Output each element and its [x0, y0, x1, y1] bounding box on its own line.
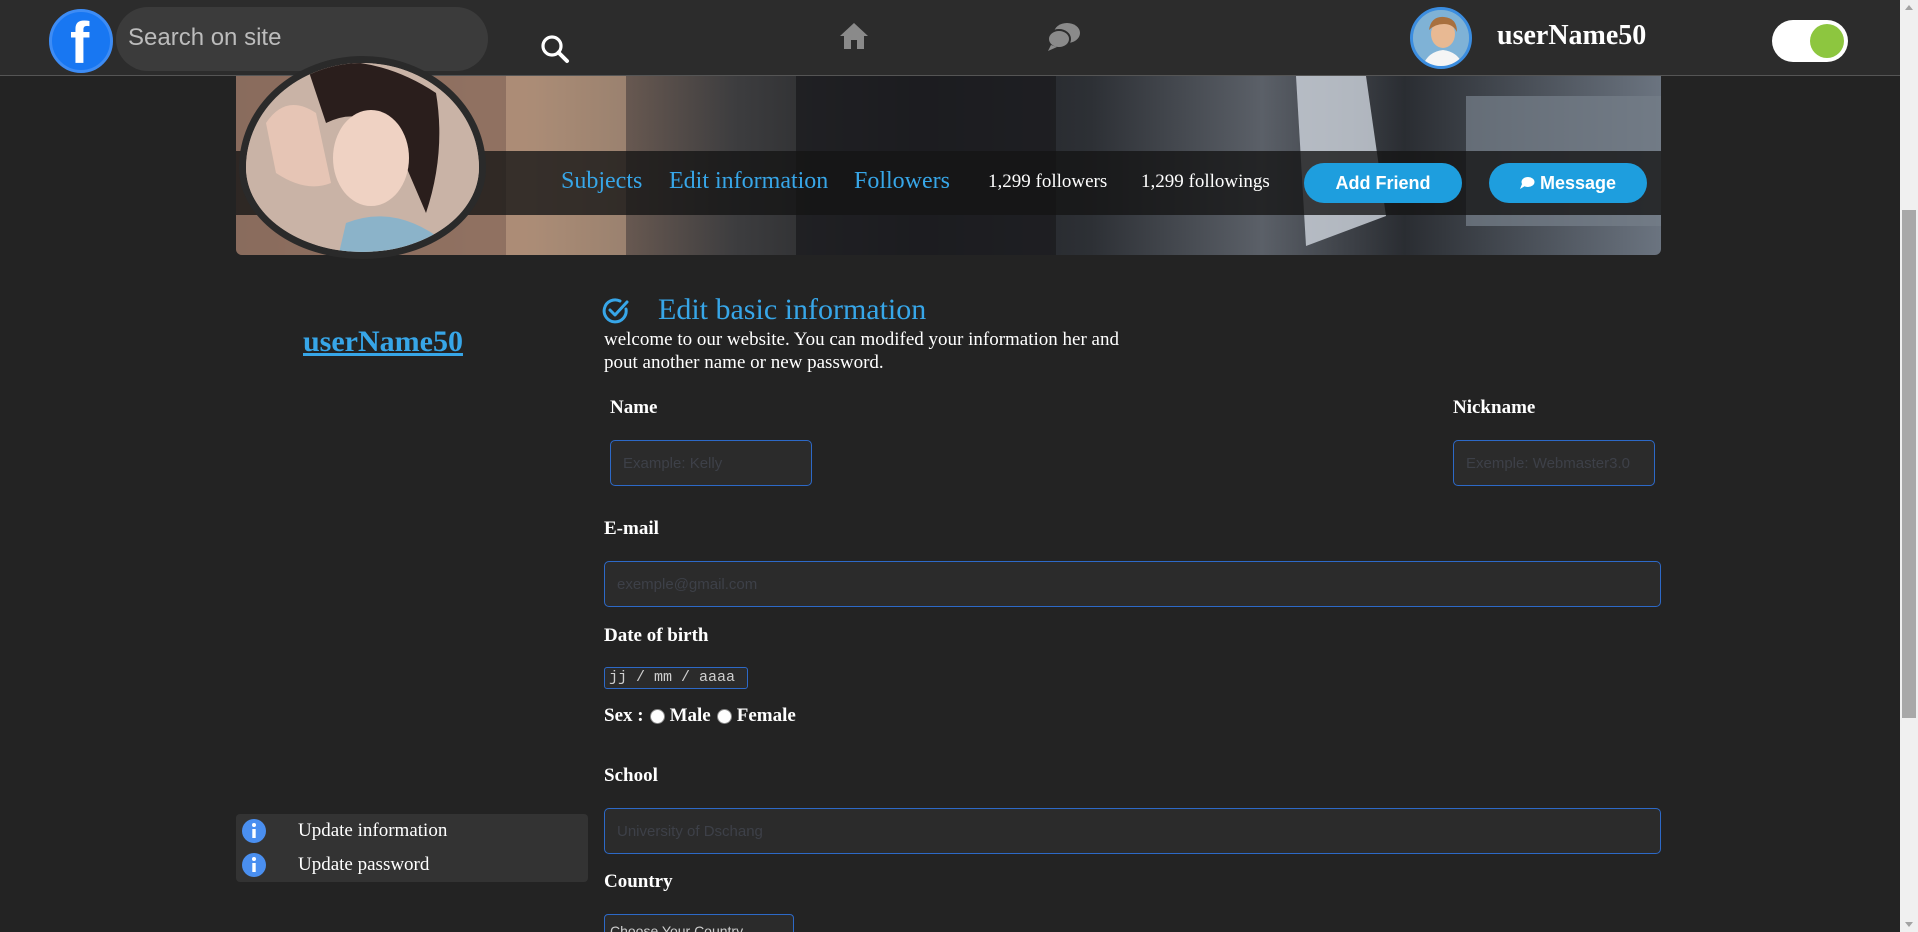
- header-username[interactable]: userName50: [1497, 20, 1646, 52]
- side-menu: Update information Update password: [236, 814, 588, 882]
- message-icon: [1519, 177, 1535, 189]
- female-radio[interactable]: [716, 708, 732, 724]
- side-item-label: Update information: [298, 820, 448, 841]
- page-scrollbar[interactable]: [1900, 0, 1918, 932]
- dob-label: Date of birth: [604, 625, 709, 646]
- country-select-value: Choose Your Country: [610, 923, 744, 932]
- sex-label: Sex :: [604, 705, 644, 726]
- side-item-update-information[interactable]: Update information: [236, 814, 588, 848]
- add-friend-button[interactable]: Add Friend: [1304, 163, 1462, 203]
- school-field[interactable]: [604, 808, 1661, 854]
- search-box: [116, 7, 569, 71]
- check-circle-icon: [602, 298, 629, 324]
- dark-mode-toggle[interactable]: [1772, 20, 1848, 62]
- facebook-logo-icon[interactable]: f: [49, 9, 113, 76]
- tab-subjects[interactable]: Subjects: [561, 168, 642, 195]
- scroll-up-icon[interactable]: [1905, 5, 1913, 10]
- add-friend-label: Add Friend: [1335, 172, 1431, 193]
- male-label: Male: [669, 705, 711, 726]
- search-input[interactable]: [128, 15, 408, 61]
- email-field[interactable]: [604, 561, 1661, 607]
- dob-field[interactable]: jj / mm / aaaa: [604, 667, 748, 689]
- side-item-label: Update password: [298, 854, 430, 875]
- country-label: Country: [604, 871, 673, 892]
- top-navbar: f userName50: [0, 0, 1900, 76]
- toggle-knob: [1810, 24, 1844, 58]
- tab-edit-information[interactable]: Edit information: [669, 168, 828, 195]
- name-label: Name: [610, 397, 658, 418]
- sex-row: Sex : Male Female: [604, 705, 796, 727]
- followings-count: 1,299 followings: [1141, 171, 1270, 192]
- nickname-field[interactable]: [1453, 440, 1655, 486]
- male-radio[interactable]: [649, 708, 665, 724]
- scroll-down-icon[interactable]: [1905, 922, 1913, 927]
- user-avatar[interactable]: [1410, 7, 1472, 69]
- country-select[interactable]: Choose Your Country: [604, 914, 794, 932]
- chat-icon[interactable]: [1046, 20, 1082, 54]
- logo-letter: f: [70, 11, 90, 76]
- message-label: Message: [1539, 172, 1617, 193]
- search-icon[interactable]: [540, 34, 570, 64]
- name-field[interactable]: [610, 440, 812, 486]
- info-icon: [242, 853, 266, 877]
- form-title: Edit basic information: [658, 293, 927, 326]
- school-label: School: [604, 765, 658, 786]
- followers-count: 1,299 followers: [988, 171, 1108, 192]
- female-label: Female: [736, 705, 796, 726]
- sidebar-username[interactable]: userName50: [303, 325, 463, 359]
- message-button[interactable]: Message: [1489, 163, 1647, 203]
- info-icon: [242, 819, 266, 843]
- nickname-label: Nickname: [1453, 397, 1536, 418]
- form-intro: welcome to our website. You can modifed …: [604, 329, 1119, 373]
- email-label: E-mail: [604, 518, 659, 539]
- home-icon[interactable]: [838, 20, 870, 52]
- scroll-thumb[interactable]: [1902, 210, 1916, 718]
- side-item-update-password[interactable]: Update password: [236, 848, 588, 882]
- tab-followers[interactable]: Followers: [854, 168, 950, 195]
